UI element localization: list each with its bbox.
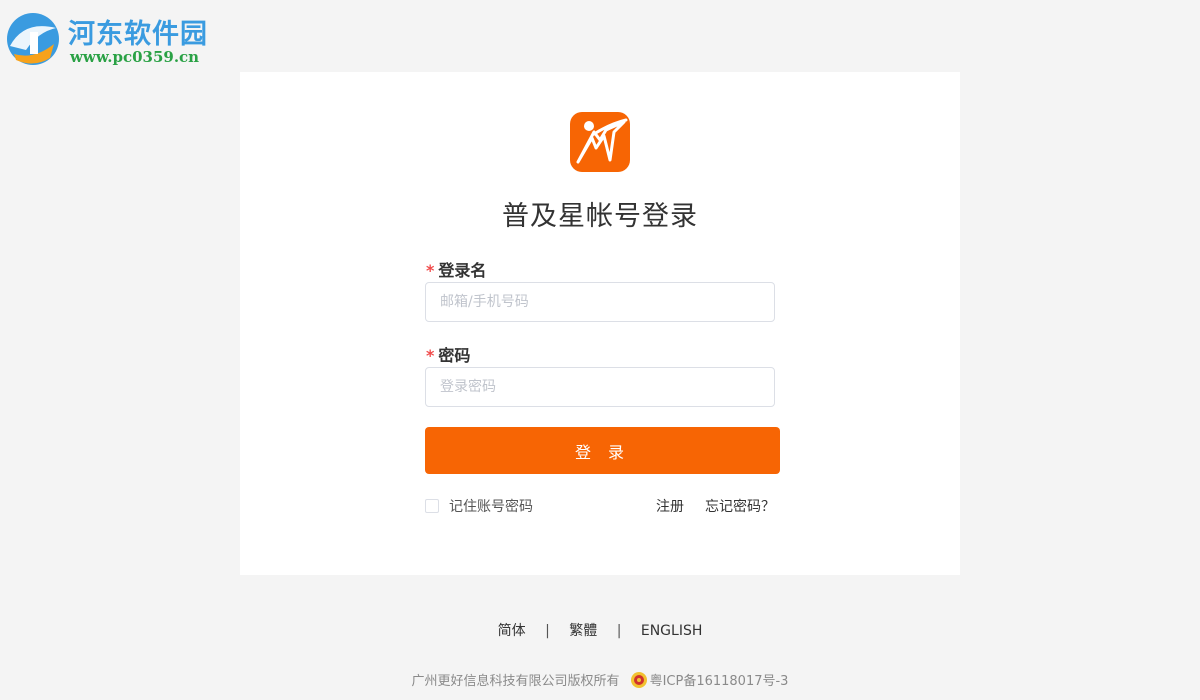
register-link[interactable]: 注册: [656, 496, 684, 516]
password-label: * 密码: [426, 342, 470, 366]
username-label: * 登录名: [426, 257, 486, 281]
star-figure-icon: [576, 118, 628, 164]
password-label-text: 密码: [438, 346, 471, 365]
icp-link[interactable]: 粤ICP备16118017号-3: [650, 670, 789, 689]
username-label-text: 登录名: [438, 261, 487, 280]
remember-option[interactable]: 记住账号密码: [425, 496, 533, 516]
lang-separator: |: [616, 623, 622, 639]
login-button[interactable]: 登 录: [425, 427, 780, 474]
login-card: 普及星帐号登录 *登录名 *密码 登 录 记住账号密码 注册 忘记密码？: [240, 72, 960, 575]
lang-traditional[interactable]: 繁體: [569, 623, 597, 639]
required-mark: *: [426, 346, 435, 365]
required-mark: *: [426, 261, 435, 280]
police-badge-icon: [630, 671, 647, 688]
username-input[interactable]: [425, 282, 775, 322]
lang-english[interactable]: ENGLISH: [641, 623, 703, 639]
watermark: 河东软件园 www.pc0359.cn: [4, 8, 214, 70]
watermark-title: 河东软件园: [68, 19, 208, 50]
page-title: 普及星帐号登录: [502, 201, 698, 232]
app-logo-icon: [570, 112, 630, 172]
copyright-text: 广州更好信息科技有限公司版权所有: [411, 674, 620, 689]
forgot-password-link[interactable]: 忘记密码？: [705, 496, 775, 516]
watermark-logo-icon: [7, 13, 59, 65]
watermark-url: www.pc0359.cn: [70, 48, 200, 66]
lang-simplified[interactable]: 简体: [498, 623, 526, 639]
language-switcher: 简体 | 繁體 | ENGLISH: [0, 620, 1200, 640]
password-input[interactable]: [425, 367, 775, 407]
remember-checkbox[interactable]: [425, 499, 439, 513]
remember-label: 记住账号密码: [449, 499, 533, 515]
copyright-bar: 广州更好信息科技有限公司版权所有 粤ICP备16118017号-3: [0, 670, 1200, 689]
lang-separator: |: [545, 623, 550, 639]
